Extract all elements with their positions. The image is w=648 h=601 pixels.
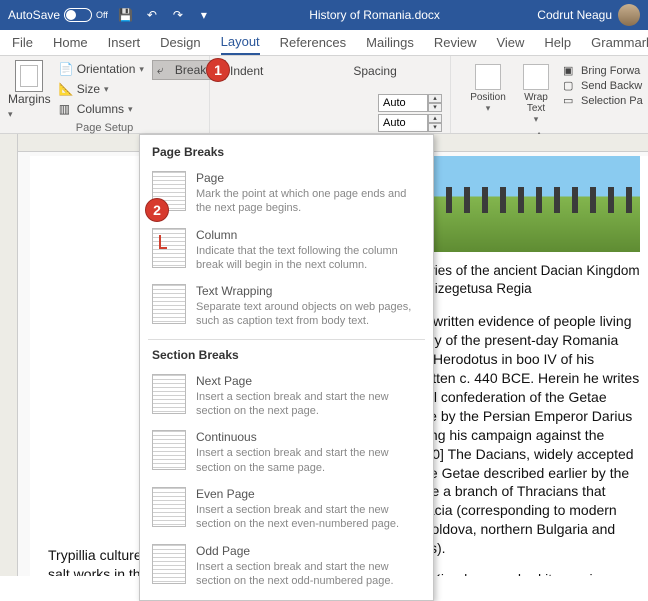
position-icon — [475, 64, 501, 90]
tab-layout[interactable]: Layout — [221, 30, 260, 55]
autosave-state: Off — [96, 10, 108, 20]
wrap-text-icon — [523, 64, 549, 90]
orientation-icon: 📄 — [59, 62, 73, 76]
send-backward-button[interactable]: ▢Send Backw — [563, 79, 643, 93]
username: Codrut Neagu — [537, 8, 612, 22]
undo-icon[interactable]: ↶ — [144, 7, 160, 23]
next-page-break-icon — [152, 374, 186, 414]
size-icon: 📐 — [59, 82, 73, 96]
send-backward-icon: ▢ — [563, 79, 577, 93]
annotation-badge-1: 1 — [206, 58, 230, 82]
toggle-track — [64, 8, 92, 22]
ribbon: Margins ▾ 📄Orientation▾ 📐Size▾ ▥Columns▾… — [0, 56, 648, 134]
size-button[interactable]: 📐Size▾ — [55, 80, 148, 98]
titlebar: AutoSave Off 💾 ↶ ↷ ▾ History of Romania.… — [0, 0, 648, 30]
spin-down-icon[interactable]: ▾ — [428, 103, 442, 112]
tab-design[interactable]: Design — [160, 31, 200, 54]
spin-down-icon[interactable]: ▾ — [428, 123, 442, 132]
breaks-icon: ⤶ — [157, 63, 171, 77]
wrap-text-button[interactable]: Wrap Text▾ — [515, 64, 557, 125]
margins-icon — [15, 60, 43, 92]
position-button[interactable]: Position▾ — [467, 64, 509, 125]
quick-access-toolbar: 💾 ↶ ↷ ▾ — [118, 7, 212, 23]
orientation-button[interactable]: 📄Orientation▾ — [55, 60, 148, 78]
save-icon[interactable]: 💾 — [118, 7, 134, 23]
spin-up-icon[interactable]: ▴ — [428, 94, 442, 103]
even-page-break-icon — [152, 487, 186, 527]
tab-review[interactable]: Review — [434, 31, 477, 54]
bring-forward-icon: ▣ — [563, 64, 577, 78]
tab-home[interactable]: Home — [53, 31, 88, 54]
annotation-badge-2: 2 — [145, 198, 169, 222]
tab-help[interactable]: Help — [544, 31, 571, 54]
margins-button[interactable]: Margins ▾ — [8, 60, 51, 120]
text-wrapping-break-icon — [152, 284, 186, 324]
indent-header: Indent — [230, 64, 263, 78]
continuous-break-icon — [152, 430, 186, 470]
break-continuous-item[interactable]: ContinuousInsert a section break and sta… — [140, 424, 433, 481]
section-breaks-header: Section Breaks — [140, 344, 433, 368]
selection-pane-button[interactable]: ▭Selection Pa — [563, 94, 643, 108]
selection-pane-icon: ▭ — [563, 94, 577, 108]
spacing-header: Spacing — [353, 64, 396, 78]
column-break-icon — [152, 228, 186, 268]
columns-icon: ▥ — [59, 102, 73, 116]
columns-button[interactable]: ▥Columns▾ — [55, 100, 148, 118]
redo-icon[interactable]: ↷ — [170, 7, 186, 23]
spacing-after[interactable]: ▴▾ — [378, 114, 442, 132]
tab-references[interactable]: References — [280, 31, 346, 54]
break-even-page-item[interactable]: Even PageInsert a section break and star… — [140, 481, 433, 538]
tab-view[interactable]: View — [496, 31, 524, 54]
autosave-label: AutoSave — [8, 8, 60, 22]
avatar — [618, 4, 640, 26]
break-text-wrapping-item[interactable]: Text WrappingSeparate text around object… — [140, 278, 433, 335]
tab-grammarly[interactable]: Grammarly — [591, 31, 648, 54]
tab-insert[interactable]: Insert — [108, 31, 141, 54]
break-page-item[interactable]: PageMark the point at which one page end… — [140, 165, 433, 222]
user-account[interactable]: Codrut Neagu — [537, 4, 640, 26]
vertical-ruler[interactable] — [0, 134, 18, 576]
break-odd-page-item[interactable]: Odd PageInsert a section break and start… — [140, 538, 433, 595]
margins-label: Margins — [8, 92, 51, 106]
breaks-dropdown: Page Breaks PageMark the point at which … — [139, 134, 434, 601]
document-title: History of Romania.docx — [212, 8, 537, 22]
page-setup-label: Page Setup — [8, 122, 201, 134]
odd-page-break-icon — [152, 544, 186, 584]
spacing-before[interactable]: ▴▾ — [378, 94, 442, 112]
page-breaks-header: Page Breaks — [140, 141, 433, 165]
break-next-page-item[interactable]: Next PageInsert a section break and star… — [140, 368, 433, 425]
ribbon-tabs: File Home Insert Design Layout Reference… — [0, 30, 648, 56]
autosave-toggle[interactable]: AutoSave Off — [8, 8, 108, 22]
bring-forward-button[interactable]: ▣Bring Forwa — [563, 64, 643, 78]
tab-mailings[interactable]: Mailings — [366, 31, 414, 54]
spin-up-icon[interactable]: ▴ — [428, 114, 442, 123]
break-column-item[interactable]: ColumnIndicate that the text following t… — [140, 222, 433, 279]
tab-file[interactable]: File — [12, 31, 33, 54]
qat-dropdown-icon[interactable]: ▾ — [196, 7, 212, 23]
